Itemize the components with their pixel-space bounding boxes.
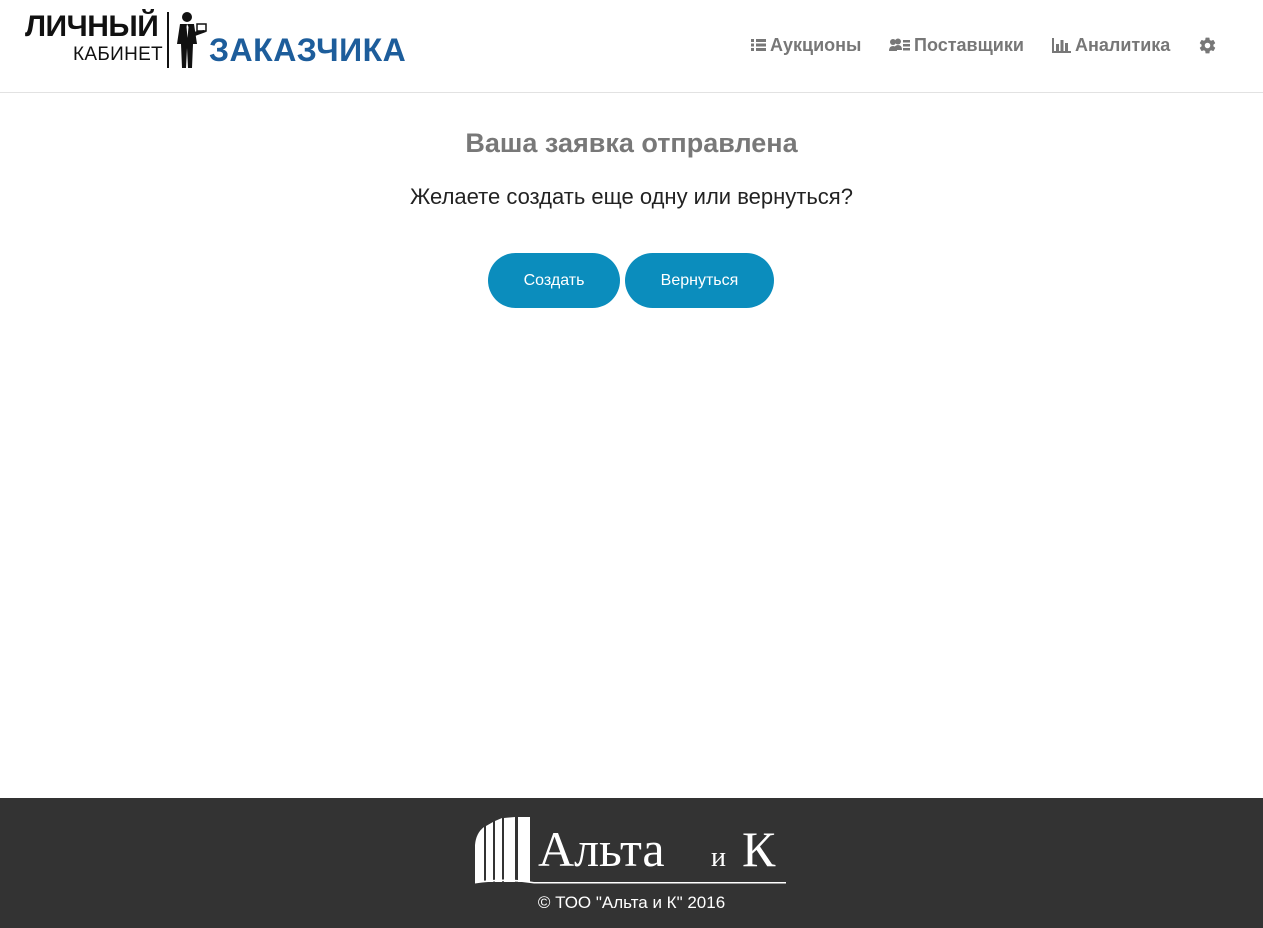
nav-suppliers[interactable]: Поставщики xyxy=(889,32,1024,58)
nav-auctions-label: Аукционы xyxy=(770,34,862,55)
header: ЛИЧНЫЙ КАБИНЕТ ЗАКАЗЧИКА Аукционы Постав… xyxy=(0,0,1263,93)
logo-line-2: КАБИНЕТ xyxy=(73,44,163,65)
nav-auctions[interactable]: Аукционы xyxy=(751,32,861,58)
footer-brand-and: и xyxy=(711,842,726,873)
businessman-icon xyxy=(177,12,207,68)
footer-copyright: © ТОО "Альта и К" 2016 xyxy=(537,893,726,912)
create-button[interactable]: Создать xyxy=(488,253,620,308)
nav-analytics[interactable]: Аналитика xyxy=(1052,32,1170,58)
page-title: Ваша заявка отправлена xyxy=(465,128,798,158)
users-card-icon xyxy=(889,38,910,51)
back-button[interactable]: Вернуться xyxy=(625,253,774,308)
nav-suppliers-label: Поставщики xyxy=(914,34,1024,55)
bar-chart-icon xyxy=(1052,37,1071,53)
nav-analytics-label: Аналитика xyxy=(1075,34,1171,55)
settings-button[interactable] xyxy=(1198,32,1217,58)
gear-icon xyxy=(1199,37,1216,53)
page-subtitle: Желаете создать еще одну или вернуться? xyxy=(410,184,853,209)
list-icon xyxy=(751,39,766,51)
site-logo[interactable]: ЛИЧНЫЙ КАБИНЕТ ЗАКАЗЧИКА xyxy=(22,8,406,72)
footer-brand-main: Альта xyxy=(538,821,665,877)
logo-line-1: ЛИЧНЫЙ xyxy=(25,10,159,43)
logo-divider xyxy=(167,12,169,68)
logo-line-3: ЗАКАЗЧИКА xyxy=(209,32,407,68)
alta-k-logo: Альта и К xyxy=(475,817,786,884)
footer-brand-k: К xyxy=(742,821,776,877)
